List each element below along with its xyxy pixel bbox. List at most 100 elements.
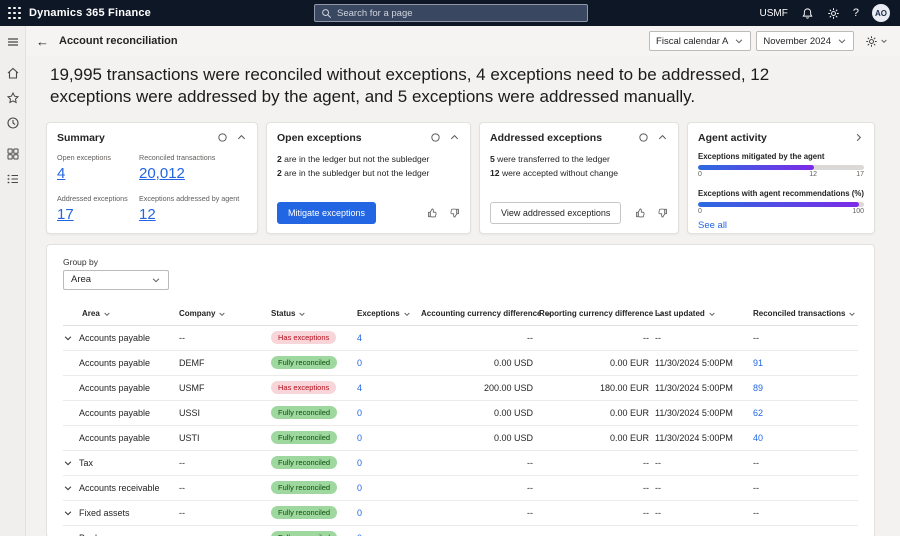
column-header-last-updated[interactable]: Last updated bbox=[655, 309, 753, 318]
row-expander-icon[interactable] bbox=[63, 458, 73, 468]
reconciled-transactions-cell[interactable]: 62 bbox=[753, 408, 859, 418]
status-badge: Fully reconciled bbox=[271, 506, 337, 519]
avatar[interactable]: AO bbox=[872, 4, 890, 22]
reconciled-transactions-cell[interactable]: 89 bbox=[753, 383, 859, 393]
period-value: November 2024 bbox=[763, 36, 831, 47]
column-header-area[interactable]: Area bbox=[63, 309, 179, 318]
last-updated-cell: 11/30/2024 5:00PM bbox=[655, 358, 753, 368]
table-row[interactable]: Tax -- Fully reconciled 0 -- -- -- -- bbox=[63, 451, 858, 476]
reconciled-transactions-cell[interactable]: -- bbox=[753, 508, 859, 518]
row-expander-icon[interactable] bbox=[63, 333, 73, 343]
recent-clock-icon[interactable] bbox=[6, 116, 20, 130]
exceptions-link[interactable]: 0 bbox=[357, 433, 421, 443]
sort-chevron-icon bbox=[218, 310, 226, 318]
bell-icon[interactable] bbox=[801, 7, 814, 20]
search-input[interactable] bbox=[337, 8, 581, 19]
page-settings-button[interactable] bbox=[865, 35, 888, 48]
column-header-reporting-currency-difference[interactable]: Reporting currency difference bbox=[539, 309, 655, 318]
metric-value-link[interactable]: 20,012 bbox=[139, 165, 185, 182]
reconciled-transactions-cell[interactable]: 91 bbox=[753, 358, 859, 368]
last-updated-cell: -- bbox=[655, 333, 753, 343]
status-circle-icon[interactable] bbox=[638, 132, 649, 143]
reporting-difference-cell: -- bbox=[539, 333, 655, 343]
thumbs-up-icon[interactable] bbox=[635, 207, 647, 219]
table-row[interactable]: Accounts payable -- Has exceptions 4 -- … bbox=[63, 326, 858, 351]
status-circle-icon[interactable] bbox=[430, 132, 441, 143]
hamburger-menu-icon[interactable] bbox=[6, 35, 20, 49]
workspaces-list-icon[interactable] bbox=[6, 172, 20, 186]
column-header-status[interactable]: Status bbox=[271, 309, 357, 318]
modules-grid-icon[interactable] bbox=[6, 147, 20, 161]
exceptions-link[interactable]: 0 bbox=[357, 508, 421, 518]
environment-label[interactable]: USMF bbox=[760, 8, 788, 19]
see-all-link[interactable]: See all bbox=[698, 220, 864, 231]
thumbs-down-icon[interactable] bbox=[656, 207, 668, 219]
table-row[interactable]: Accounts receivable -- Fully reconciled … bbox=[63, 476, 858, 501]
column-header-company[interactable]: Company bbox=[179, 309, 271, 318]
scale-min: 0 bbox=[698, 171, 702, 178]
last-updated-cell: 11/30/2024 5:00PM bbox=[655, 433, 753, 443]
back-arrow-icon[interactable]: ← bbox=[36, 34, 49, 49]
card-title: Addressed exceptions bbox=[490, 132, 602, 144]
table-row[interactable]: Accounts payable USMF Has exceptions 4 2… bbox=[63, 376, 858, 401]
thumbs-up-icon[interactable] bbox=[427, 207, 439, 219]
page-header: ← Account reconciliation Fiscal calendar… bbox=[26, 26, 900, 56]
waffle-menu-icon[interactable] bbox=[8, 7, 21, 20]
metric-value-link[interactable]: 17 bbox=[57, 206, 74, 223]
mitigate-exceptions-button[interactable]: Mitigate exceptions bbox=[277, 202, 376, 224]
accounting-difference-cell: -- bbox=[421, 333, 539, 343]
left-nav bbox=[0, 26, 26, 536]
exceptions-link[interactable]: 4 bbox=[357, 383, 421, 393]
card-title: Summary bbox=[57, 132, 105, 144]
agent-summary-headline: 19,995 transactions were reconciled with… bbox=[50, 64, 816, 109]
table-row[interactable]: Accounts payable DEMF Fully reconciled 0… bbox=[63, 351, 858, 376]
global-search[interactable] bbox=[314, 4, 588, 22]
chevron-down-icon bbox=[880, 37, 888, 45]
reconciled-transactions-cell[interactable]: -- bbox=[753, 333, 859, 343]
reconciled-transactions-cell[interactable]: -- bbox=[753, 483, 859, 493]
row-expander-icon[interactable] bbox=[63, 508, 73, 518]
scale-max: 100 bbox=[852, 208, 864, 215]
exceptions-link[interactable]: 4 bbox=[357, 333, 421, 343]
help-icon[interactable]: ? bbox=[853, 7, 859, 19]
collapse-chevron-up-icon[interactable] bbox=[449, 132, 460, 143]
collapse-chevron-up-icon[interactable] bbox=[657, 132, 668, 143]
table-row[interactable]: Accounts payable USSI Fully reconciled 0… bbox=[63, 401, 858, 426]
home-icon[interactable] bbox=[6, 66, 20, 80]
metric-value-link[interactable]: 12 bbox=[139, 206, 156, 223]
group-by-label: Group by bbox=[63, 257, 858, 267]
table-row[interactable]: Bank -- Fully reconciled 0 -- -- -- -- bbox=[63, 526, 858, 536]
metric-value-link[interactable]: 4 bbox=[57, 165, 65, 182]
top-bar: Dynamics 365 Finance USMF ? AO bbox=[0, 0, 900, 26]
reconciled-transactions-cell[interactable]: -- bbox=[753, 458, 859, 468]
company-cell: USSI bbox=[179, 408, 271, 418]
gear-icon[interactable] bbox=[827, 7, 840, 20]
row-expander-icon[interactable] bbox=[63, 483, 73, 493]
progress-track bbox=[698, 202, 864, 207]
collapse-chevron-up-icon[interactable] bbox=[236, 132, 247, 143]
chevron-right-icon[interactable] bbox=[853, 132, 864, 143]
column-header-exceptions[interactable]: Exceptions bbox=[357, 309, 421, 318]
column-header-accounting-currency-difference[interactable]: Accounting currency difference bbox=[421, 309, 539, 318]
exceptions-link[interactable]: 0 bbox=[357, 358, 421, 368]
fiscal-calendar-select[interactable]: Fiscal calendar A bbox=[649, 31, 751, 51]
company-cell: USTI bbox=[179, 433, 271, 443]
column-header-reconciled-transactions[interactable]: Reconciled transactions bbox=[753, 309, 859, 318]
table-row[interactable]: Fixed assets -- Fully reconciled 0 -- --… bbox=[63, 501, 858, 526]
exceptions-link[interactable]: 0 bbox=[357, 483, 421, 493]
sort-chevron-icon bbox=[298, 310, 306, 318]
top-bar-right: USMF ? AO bbox=[760, 4, 900, 22]
exceptions-link[interactable]: 0 bbox=[357, 458, 421, 468]
search-icon bbox=[321, 8, 332, 19]
view-addressed-exceptions-button[interactable]: View addressed exceptions bbox=[490, 202, 621, 224]
favorites-star-icon[interactable] bbox=[6, 91, 20, 105]
sort-chevron-icon bbox=[403, 310, 411, 318]
table-row[interactable]: Accounts payable USTI Fully reconciled 0… bbox=[63, 426, 858, 451]
sort-chevron-icon bbox=[708, 310, 716, 318]
exceptions-link[interactable]: 0 bbox=[357, 408, 421, 418]
reconciled-transactions-cell[interactable]: 40 bbox=[753, 433, 859, 443]
thumbs-down-icon[interactable] bbox=[448, 207, 460, 219]
status-circle-icon[interactable] bbox=[217, 132, 228, 143]
group-by-select[interactable]: Area bbox=[63, 270, 169, 290]
period-select[interactable]: November 2024 bbox=[756, 31, 854, 51]
